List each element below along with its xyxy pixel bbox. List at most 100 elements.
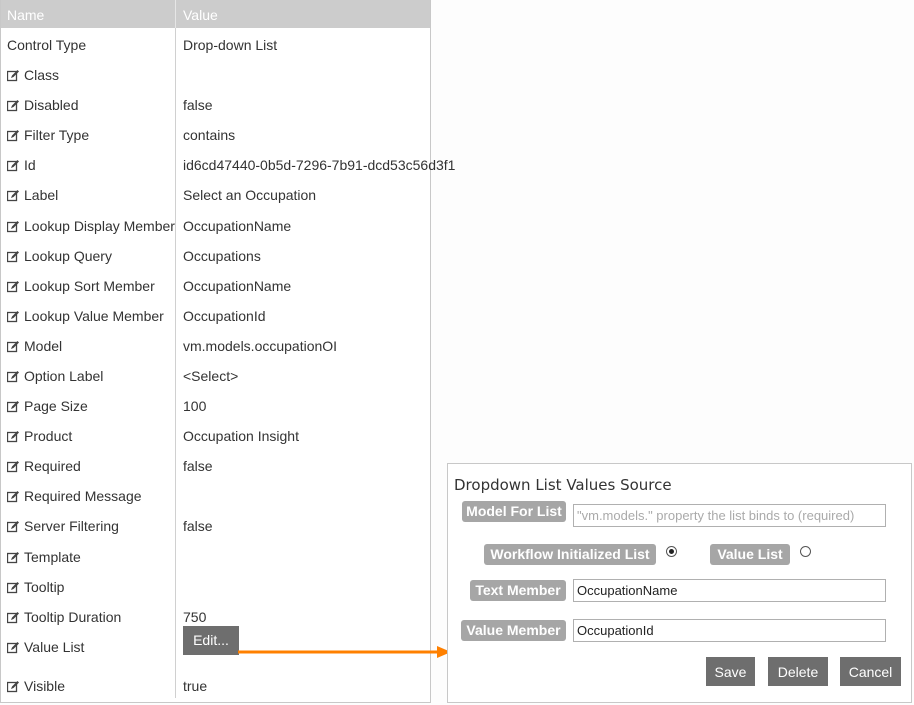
property-row[interactable]: Class — [1, 59, 431, 89]
column-divider[interactable] — [175, 0, 176, 28]
property-name: Tooltip Duration — [7, 609, 121, 625]
property-name-text: Filter Type — [24, 127, 90, 143]
edit-icon[interactable] — [7, 220, 20, 233]
dialog-title: Dropdown List Values Source — [454, 476, 672, 494]
property-name: Page Size — [7, 398, 88, 414]
property-value[interactable]: Select an Occupation — [183, 187, 316, 203]
property-name: Required Message — [7, 488, 142, 504]
property-name-text: Option Label — [24, 368, 104, 384]
property-name: Model — [7, 338, 62, 354]
property-row[interactable]: Label Select an Occupation — [1, 179, 431, 209]
edit-icon[interactable] — [7, 129, 20, 142]
property-value[interactable]: OccupationId — [183, 308, 266, 324]
edit-icon[interactable] — [7, 680, 20, 693]
property-name-text: Lookup Value Member — [24, 308, 164, 324]
property-row[interactable]: Lookup Value Member OccupationId — [1, 300, 431, 330]
property-grid: Name Value Control Type Drop-down List Cla… — [0, 0, 455, 703]
column-header-value[interactable]: Value — [183, 7, 218, 23]
workflow-initialized-list-radio[interactable] — [666, 546, 677, 557]
edit-icon[interactable] — [7, 520, 20, 533]
property-row[interactable]: Page Size 100 — [1, 390, 431, 420]
model-for-list-input[interactable] — [573, 504, 886, 527]
property-name-text: Label — [24, 187, 59, 203]
edit-icon[interactable] — [7, 250, 20, 263]
property-value[interactable]: false — [183, 97, 213, 113]
value-member-label: Value Member — [461, 620, 566, 641]
property-row[interactable]: Required Message — [1, 480, 431, 510]
property-row[interactable]: Server Filtering false — [1, 510, 431, 540]
property-value[interactable]: <Select> — [183, 368, 238, 384]
edit-icon[interactable] — [7, 370, 20, 383]
property-row[interactable]: Model vm.models.occupationOI — [1, 330, 431, 360]
property-name: Lookup Value Member — [7, 308, 164, 324]
value-list-edit-button[interactable]: Edit... — [183, 626, 239, 655]
edit-icon[interactable] — [7, 641, 20, 654]
text-member-label: Text Member — [470, 580, 566, 601]
property-name-text: Required — [24, 458, 81, 474]
property-value[interactable]: Occupation Insight — [183, 428, 299, 444]
property-name: Filter Type — [7, 127, 89, 143]
property-row[interactable]: Control Type Drop-down List — [1, 29, 431, 59]
property-row[interactable]: Option Label <Select> — [1, 360, 431, 390]
edit-icon[interactable] — [7, 400, 20, 413]
property-name-text: Lookup Query — [24, 248, 112, 264]
value-list-radio[interactable] — [800, 546, 811, 557]
value-list-label: Value List — [710, 544, 790, 565]
workflow-initialized-list-label: Workflow Initialized List — [484, 544, 656, 565]
property-row[interactable]: Product Occupation Insight — [1, 420, 431, 450]
values-source-dialog: Dropdown List Values Source Model For Li… — [447, 463, 912, 703]
edit-icon[interactable] — [7, 490, 20, 503]
property-value[interactable]: true — [183, 678, 207, 694]
property-row[interactable]: Visible true — [1, 670, 431, 700]
property-name: Class — [7, 67, 59, 83]
property-name-text: Lookup Display Member — [24, 218, 175, 234]
edit-icon[interactable] — [7, 611, 20, 624]
property-row[interactable]: Lookup Sort Member OccupationName — [1, 270, 431, 300]
property-value[interactable]: Occupations — [183, 248, 261, 264]
column-header-name[interactable]: Name — [7, 7, 44, 23]
edit-icon[interactable] — [7, 340, 20, 353]
property-name: Lookup Sort Member — [7, 278, 155, 294]
edit-icon[interactable] — [7, 99, 20, 112]
delete-button[interactable]: Delete — [768, 657, 828, 686]
property-name: Visible — [7, 678, 65, 694]
property-name-text: Product — [24, 428, 73, 444]
edit-icon[interactable] — [7, 189, 20, 202]
cancel-button[interactable]: Cancel — [840, 657, 901, 686]
edit-icon[interactable] — [7, 430, 20, 443]
property-name-text: Tooltip Duration — [24, 609, 122, 625]
edit-icon[interactable] — [7, 310, 20, 323]
property-value[interactable]: OccupationName — [183, 278, 291, 294]
edit-icon[interactable] — [7, 280, 20, 293]
property-row[interactable]: Filter Type contains — [1, 119, 431, 149]
property-value[interactable]: id6cd47440-0b5d-7296-7b91-dcd53c56d3f1 — [183, 157, 455, 173]
property-value[interactable]: false — [183, 458, 213, 474]
property-name-text: Control Type — [7, 37, 87, 53]
property-row[interactable]: Disabled false — [1, 89, 431, 119]
edit-icon[interactable] — [7, 69, 20, 82]
property-row[interactable]: Id id6cd47440-0b5d-7296-7b91-dcd53c56d3f1 — [1, 149, 455, 179]
property-value[interactable]: false — [183, 518, 213, 534]
property-row[interactable]: Required false — [1, 450, 431, 480]
property-row[interactable]: Lookup Query Occupations — [1, 240, 431, 270]
property-value[interactable]: contains — [183, 127, 235, 143]
property-value[interactable]: 750 — [183, 609, 206, 625]
edit-icon[interactable] — [7, 159, 20, 172]
property-value[interactable]: Drop-down List — [183, 37, 277, 53]
property-row[interactable]: Tooltip — [1, 571, 431, 601]
property-value[interactable]: OccupationName — [183, 218, 291, 234]
text-member-input[interactable] — [573, 579, 886, 602]
value-member-input[interactable] — [573, 619, 886, 642]
edit-icon[interactable] — [7, 460, 20, 473]
property-name-text: Lookup Sort Member — [24, 278, 155, 294]
save-button[interactable]: Save — [706, 657, 755, 686]
property-name: Option Label — [7, 368, 103, 384]
edit-icon[interactable] — [7, 551, 20, 564]
property-row[interactable]: Template — [1, 541, 431, 571]
property-value[interactable]: 100 — [183, 398, 206, 414]
property-value[interactable]: vm.models.occupationOI — [183, 338, 337, 354]
property-name: Product — [7, 428, 72, 444]
edit-icon[interactable] — [7, 581, 20, 594]
property-row[interactable]: Lookup Display Member OccupationName — [1, 210, 431, 240]
property-name-text: Class — [24, 67, 60, 83]
